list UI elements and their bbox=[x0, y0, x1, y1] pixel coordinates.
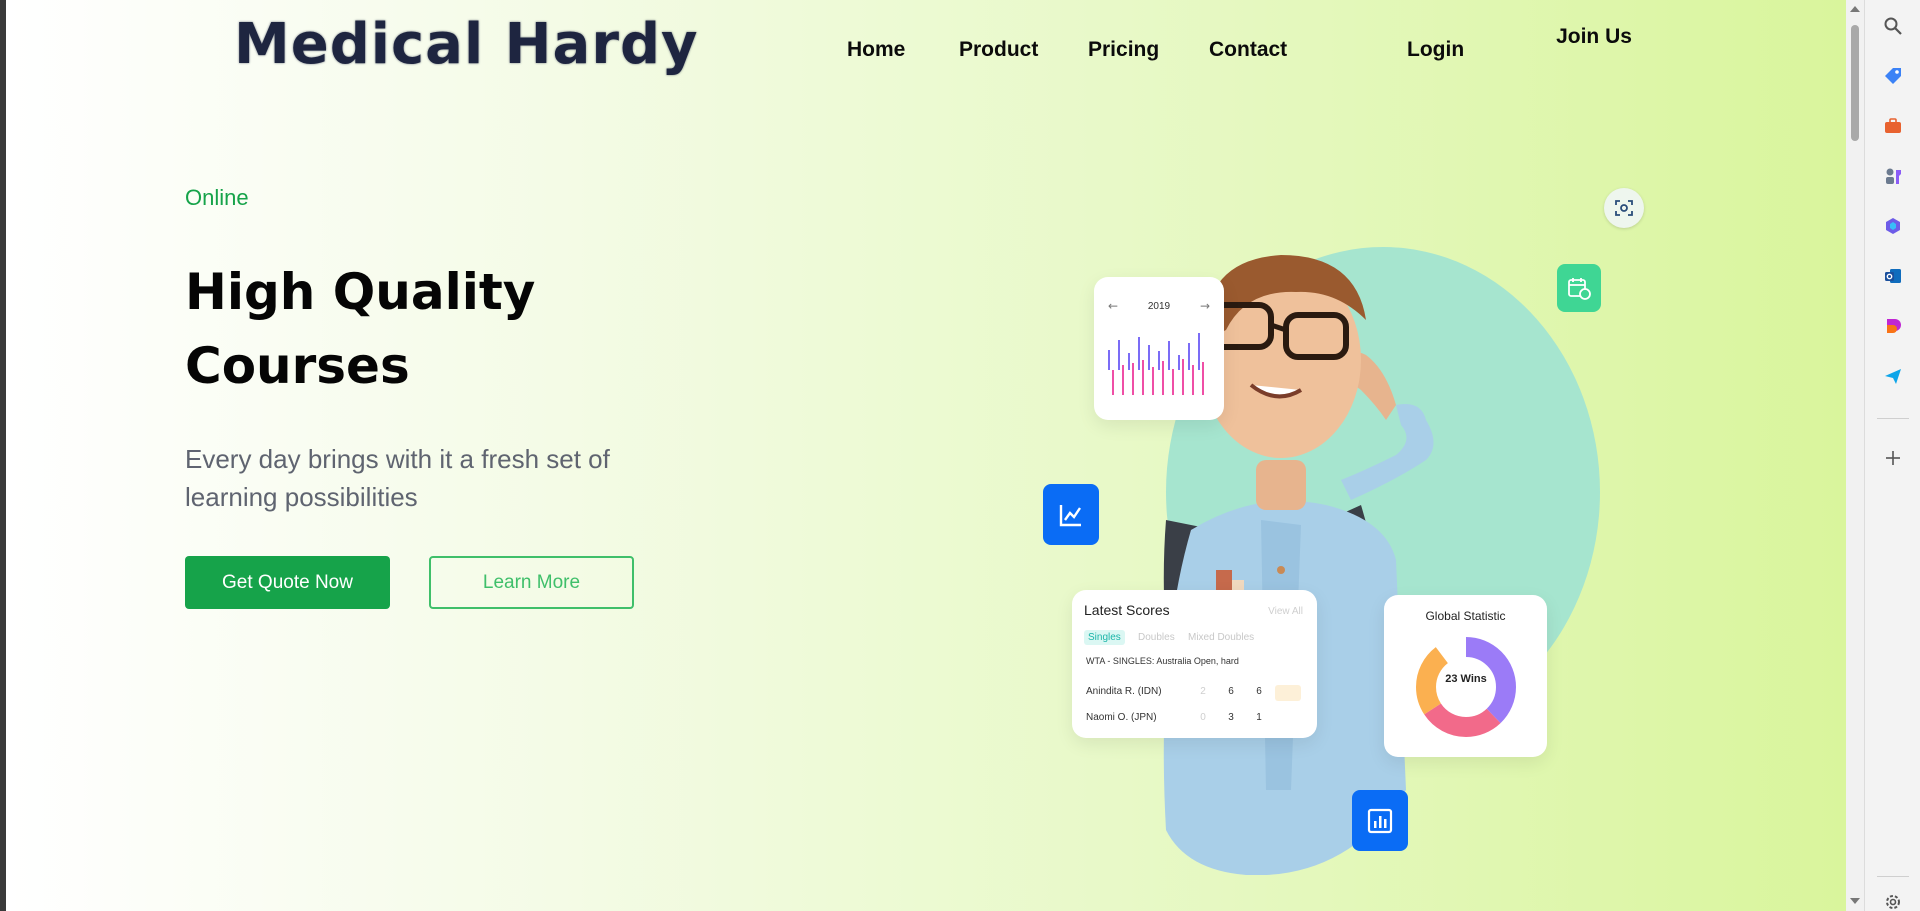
score-cell: 2 bbox=[1200, 686, 1206, 697]
panel-divider bbox=[1877, 876, 1909, 877]
nav-pricing[interactable]: Pricing bbox=[1088, 38, 1159, 62]
mini-bar-chart bbox=[1108, 333, 1204, 395]
chart-icon-tile[interactable] bbox=[1043, 484, 1099, 545]
settings-icon[interactable] bbox=[1881, 890, 1905, 911]
send-icon[interactable] bbox=[1881, 364, 1905, 388]
score-cell: 0 bbox=[1200, 712, 1206, 723]
learn-more-button[interactable]: Learn More bbox=[429, 556, 634, 609]
scores-title: Latest Scores bbox=[1084, 602, 1170, 618]
nav-contact[interactable]: Contact bbox=[1209, 38, 1287, 62]
copilot-icon[interactable] bbox=[1881, 214, 1905, 238]
nav-login[interactable]: Login bbox=[1407, 38, 1464, 62]
view-all-link[interactable]: View All bbox=[1268, 606, 1303, 617]
search-icon[interactable] bbox=[1881, 14, 1905, 38]
designer-icon[interactable] bbox=[1881, 314, 1905, 338]
event-label: WTA - SINGLES: Australia Open, hard bbox=[1086, 656, 1239, 666]
scroll-up-arrow-icon[interactable] bbox=[1850, 6, 1860, 12]
scroll-thumb[interactable] bbox=[1851, 25, 1859, 141]
calendar-clock-icon bbox=[1568, 278, 1591, 300]
nav-product[interactable]: Product bbox=[959, 38, 1038, 62]
calendar-icon-tile[interactable] bbox=[1557, 264, 1601, 312]
site-logo[interactable]: Medical Hardy bbox=[234, 12, 699, 77]
scan-icon bbox=[1615, 200, 1633, 216]
wins-label: 23 Wins bbox=[1445, 673, 1487, 685]
score-cell: 3 bbox=[1228, 712, 1234, 723]
outlook-icon[interactable] bbox=[1881, 264, 1905, 288]
global-statistic-card: Global Statistic 23 Wins bbox=[1384, 595, 1547, 757]
player-name: Anindita R. (IDN) bbox=[1086, 686, 1162, 697]
vertical-scrollbar[interactable] bbox=[1846, 0, 1864, 911]
yearly-chart-card: ← 2019 → bbox=[1094, 277, 1224, 420]
tab-singles[interactable]: Singles bbox=[1084, 630, 1125, 645]
panel-divider bbox=[1877, 418, 1909, 419]
briefcase-icon[interactable] bbox=[1881, 114, 1905, 138]
score-cell: 6 bbox=[1228, 686, 1234, 697]
score-cell: 1 bbox=[1256, 712, 1262, 723]
tab-doubles[interactable]: Doubles bbox=[1134, 630, 1179, 645]
hero-subtitle: Every day brings with it a fresh set of … bbox=[185, 444, 610, 512]
donut-chart bbox=[1416, 637, 1516, 737]
player-name: Naomi O. (JPN) bbox=[1086, 712, 1157, 723]
tab-mixed-doubles[interactable]: Mixed Doubles bbox=[1184, 630, 1258, 645]
browser-side-panel bbox=[1864, 0, 1920, 911]
nav-join-us[interactable]: Join Us bbox=[1554, 22, 1634, 52]
scroll-down-arrow-icon[interactable] bbox=[1850, 898, 1860, 904]
next-arrow-icon[interactable]: → bbox=[1200, 299, 1210, 313]
scan-icon-button[interactable] bbox=[1604, 188, 1644, 228]
hero-eyebrow: Online bbox=[185, 185, 249, 210]
latest-scores-card: Latest Scores View All Singles Doubles M… bbox=[1072, 590, 1317, 738]
add-icon[interactable] bbox=[1881, 446, 1905, 470]
bar-chart-icon bbox=[1367, 808, 1393, 833]
chess-icon[interactable] bbox=[1881, 164, 1905, 188]
score-cell: 6 bbox=[1256, 686, 1262, 697]
bar-chart-icon-tile[interactable] bbox=[1352, 790, 1408, 851]
page-viewport: Medical Hardy Home Product Pricing Conta… bbox=[6, 0, 1846, 911]
hero-headline: High Quality Courses bbox=[185, 263, 536, 395]
nav-home[interactable]: Home bbox=[847, 38, 905, 62]
tag-icon[interactable] bbox=[1881, 64, 1905, 88]
line-chart-icon bbox=[1059, 504, 1081, 526]
get-quote-button[interactable]: Get Quote Now bbox=[185, 556, 390, 609]
statistic-title: Global Statistic bbox=[1425, 609, 1506, 623]
score-highlight bbox=[1275, 685, 1301, 701]
